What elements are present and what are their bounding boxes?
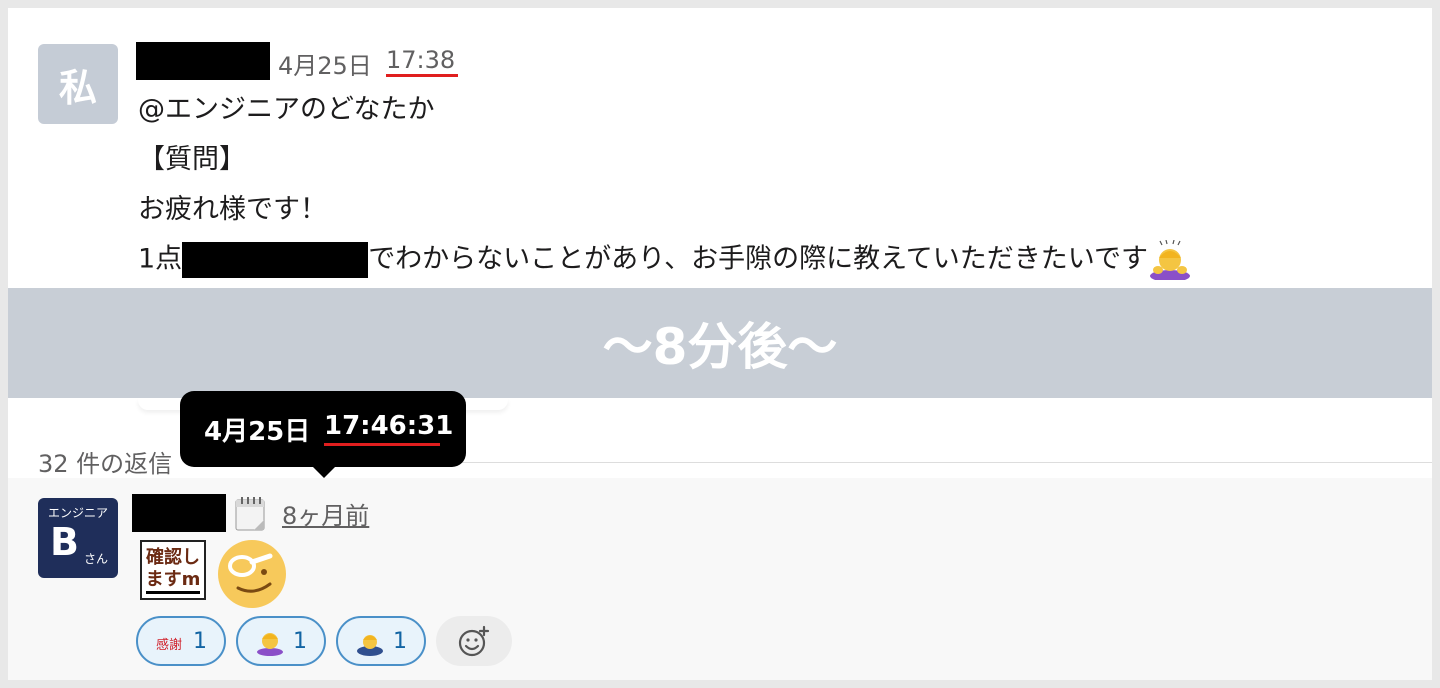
message-line: @エンジニアのどなたか <box>138 94 435 125</box>
message-time[interactable]: 17:38 <box>386 46 455 74</box>
add-reaction-button[interactable] <box>436 616 512 666</box>
reaction-kansha[interactable]: 感謝 1 <box>136 616 226 666</box>
avatar-char: 私 <box>58 65 97 110</box>
reaction-count: 1 <box>193 628 207 654</box>
message-line: お疲れ様です！ <box>138 194 327 225</box>
message-frame: 私 4月25日 17:38 @エンジニアのどなたか 【質問】 お疲れ様です！ 1… <box>8 8 1432 680</box>
stamp-line: 確認し <box>146 546 200 568</box>
avatar-role: エンジニア <box>47 506 108 520</box>
avatar[interactable]: 私 <box>38 44 118 124</box>
person-bowing-icon <box>1149 240 1190 280</box>
tooltip-time: 17:46:31 <box>324 411 454 441</box>
redacted-username <box>132 494 226 532</box>
monocle-face-icon <box>218 540 286 608</box>
avatar-suffix: さん <box>84 552 109 566</box>
reply-count-link[interactable]: 32 件の返信 <box>38 444 172 479</box>
person-bowing-deep-icon <box>357 635 383 656</box>
original-message: 私 4月25日 17:38 @エンジニアのどなたか 【質問】 お疲れ様です！ 1… <box>8 8 1432 288</box>
kansha-stamp-icon: 感謝 <box>156 637 182 653</box>
line-prefix: 1点 <box>138 243 183 275</box>
reaction-count: 1 <box>293 628 307 654</box>
relative-timestamp[interactable]: 8ヶ月前 <box>282 496 369 531</box>
banner-text: 〜8分後〜 <box>602 318 838 376</box>
timestamp-tooltip: 4月25日 17:46:31 <box>180 391 466 467</box>
message-date: 4月25日 <box>278 52 372 80</box>
message-line: 1点 でわからないことがあり、お手隙の際に教えていただきたいです <box>138 240 1192 280</box>
avatar-letter: B <box>50 520 79 564</box>
redacted-text <box>182 242 369 278</box>
kakunin-stamp-icon: 確認し ますm <box>140 540 206 600</box>
time-highlight-underline <box>386 74 458 77</box>
reply-message: エンジニア B さん 8ヶ月前 確認し ますm 感謝 1 1 1 <box>8 478 1432 680</box>
divider <box>458 462 1432 463</box>
time-highlight-underline <box>324 443 440 446</box>
reaction-bowing-deep[interactable]: 1 <box>336 616 426 666</box>
stamp-line: ますm <box>145 569 201 594</box>
calendar-icon[interactable] <box>234 496 268 532</box>
svg-text:感謝: 感謝 <box>156 637 182 653</box>
reaction-bowing[interactable]: 1 <box>236 616 326 666</box>
redacted-username <box>136 42 270 80</box>
add-reaction-icon <box>458 625 490 657</box>
tooltip-arrow <box>312 466 336 478</box>
time-elapsed-banner: 〜8分後〜 <box>8 288 1432 398</box>
person-bowing-icon <box>257 633 283 656</box>
reaction-count: 1 <box>393 628 407 654</box>
avatar[interactable]: エンジニア B さん <box>38 498 118 578</box>
message-line: 【質問】 <box>138 144 246 175</box>
line-suffix: でわからないことがあり、お手隙の際に教えていただきたいです <box>368 243 1148 275</box>
tooltip-date: 4月25日 <box>204 417 311 447</box>
